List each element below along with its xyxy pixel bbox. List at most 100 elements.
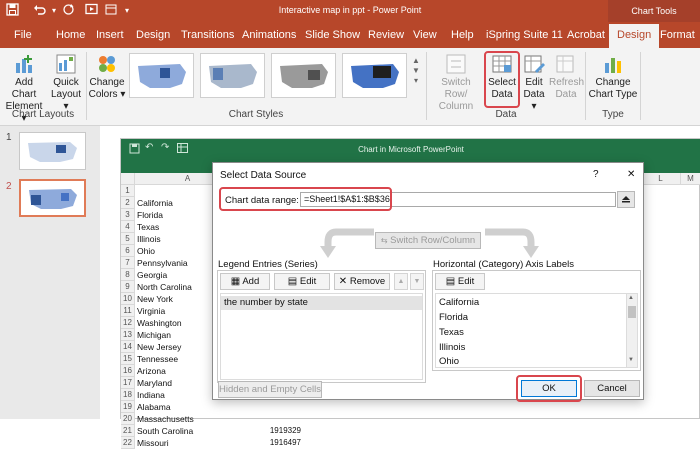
scroll-down-icon[interactable]: ▼ (628, 357, 634, 363)
styles-scroll-buttons[interactable]: ▲ ▼ ▾ (410, 56, 422, 86)
row-header[interactable]: 19 (121, 401, 135, 413)
axis-label-item[interactable]: Florida (439, 312, 468, 323)
tab-ispring-suite[interactable]: iSpring Suite 11 (486, 28, 563, 42)
chart-style-2[interactable] (200, 53, 265, 98)
cell-state[interactable]: Georgia (137, 269, 167, 281)
axis-label-item[interactable]: Illinois (439, 342, 465, 353)
refresh-data-button[interactable]: Refresh Data (549, 53, 584, 101)
cell-state[interactable]: Arizona (137, 365, 166, 377)
change-chart-type-button[interactable]: Change Chart Type (588, 53, 638, 101)
row-header[interactable]: 14 (121, 341, 135, 353)
column-header[interactable]: M (681, 173, 700, 185)
cell-value[interactable] (261, 401, 301, 413)
tab-file[interactable]: File (14, 28, 32, 42)
cell-state[interactable]: New Jersey (137, 341, 181, 353)
cell-state[interactable]: Illinois (137, 233, 161, 245)
collapse-dialog-button[interactable] (617, 191, 635, 208)
cell-state[interactable]: North Carolina (137, 281, 192, 293)
edit-data-button[interactable]: Edit Data ▾ (520, 53, 548, 113)
tab-design[interactable]: Design (136, 28, 170, 42)
cell-state[interactable]: Massachusetts (137, 413, 194, 425)
tab-home[interactable]: Home (56, 28, 85, 42)
chart-style-1[interactable] (129, 53, 194, 98)
slide-thumbnail-1[interactable] (19, 132, 86, 170)
cell-state[interactable]: Tennessee (137, 353, 178, 365)
cell-state[interactable]: Florida (137, 209, 163, 221)
tab-insert[interactable]: Insert (96, 28, 124, 42)
cell-state[interactable]: Maryland (137, 377, 172, 389)
axis-label-item[interactable]: Ohio (439, 356, 459, 367)
cell-value[interactable] (261, 413, 301, 425)
select-all-corner[interactable] (121, 173, 135, 185)
add-series-button[interactable]: ▦ Add (220, 273, 270, 290)
column-header[interactable]: L (641, 173, 681, 185)
close-button[interactable]: ✕ (627, 169, 635, 180)
cell-state[interactable]: Pennsylvania (137, 257, 188, 269)
row-header[interactable]: 9 (121, 281, 135, 293)
tab-slide-show[interactable]: Slide Show (305, 28, 360, 42)
switch-row-column-dialog-button[interactable]: ⇆ Switch Row/Column (375, 232, 481, 249)
row-header[interactable]: 6 (121, 245, 135, 257)
row-header[interactable]: 15 (121, 353, 135, 365)
row-header[interactable]: 12 (121, 317, 135, 329)
row-header[interactable]: 11 (121, 305, 135, 317)
hidden-empty-cells-button[interactable]: Hidden and Empty Cells (218, 381, 322, 398)
row-header[interactable]: 16 (121, 365, 135, 377)
row-header[interactable]: 5 (121, 233, 135, 245)
cell-state[interactable]: California (137, 197, 173, 209)
chart-style-3[interactable] (271, 53, 336, 98)
cell-state[interactable]: Missouri (137, 437, 169, 449)
row-header[interactable]: 8 (121, 269, 135, 281)
row-header[interactable]: 22 (121, 437, 135, 449)
remove-series-button[interactable]: ✕ Remove (334, 273, 390, 290)
axis-label-item[interactable]: California (439, 297, 479, 308)
tab-transitions[interactable]: Transitions (181, 28, 234, 42)
cell-state[interactable]: Ohio (137, 245, 155, 257)
slide-thumbnail-2[interactable] (19, 179, 86, 217)
cell-state[interactable]: New York (137, 293, 173, 305)
edit-series-button[interactable]: ▤ Edit (274, 273, 330, 290)
series-list-item[interactable]: the number by state (221, 296, 422, 310)
tab-format[interactable]: Format (660, 28, 695, 42)
cell-value[interactable]: 1916497 (261, 437, 301, 449)
cell-state[interactable]: Virginia (137, 305, 165, 317)
chart-style-4[interactable] (342, 53, 407, 98)
cell-state[interactable]: Michigan (137, 329, 171, 341)
cancel-button[interactable]: Cancel (584, 380, 640, 397)
row-header[interactable]: 1 (121, 185, 135, 197)
row-header[interactable]: 17 (121, 377, 135, 389)
cell-state[interactable]: Indiana (137, 389, 165, 401)
row-header[interactable]: 21 (121, 425, 135, 437)
scroll-up-icon[interactable]: ▲ (628, 295, 634, 301)
row-header[interactable]: 13 (121, 329, 135, 341)
tab-review[interactable]: Review (368, 28, 404, 42)
tab-acrobat[interactable]: Acrobat (567, 28, 605, 42)
move-up-button[interactable]: ▲ (394, 273, 408, 290)
tab-help[interactable]: Help (451, 28, 474, 42)
cell-state[interactable]: Alabama (137, 401, 171, 413)
row-header[interactable]: 10 (121, 293, 135, 305)
tab-view[interactable]: View (413, 28, 437, 42)
row-header[interactable]: 20 (121, 413, 135, 425)
help-button[interactable]: ? (593, 169, 599, 180)
switch-row-column-button[interactable]: Switch Row/ Column (429, 53, 483, 113)
row-header[interactable]: 18 (121, 389, 135, 401)
cell-value[interactable]: 1919329 (261, 425, 301, 437)
scrollbar-thumb[interactable] (628, 306, 636, 318)
row-header[interactable]: 3 (121, 209, 135, 221)
tab-chart-design[interactable]: Design (609, 24, 660, 48)
cell-state[interactable]: Washington (137, 317, 182, 329)
change-colors-button[interactable]: Change Colors ▾ (88, 53, 126, 101)
row-header[interactable]: 4 (121, 221, 135, 233)
tab-animations[interactable]: Animations (242, 28, 296, 42)
move-down-button[interactable]: ▼ (410, 273, 424, 290)
row-header[interactable]: 7 (121, 257, 135, 269)
series-list: the number by state (220, 293, 423, 380)
row-header[interactable]: 2 (121, 197, 135, 209)
edit-axis-labels-button[interactable]: ▤ Edit (435, 273, 485, 290)
axis-labels-scrollbar[interactable]: ▲ ▼ (626, 294, 637, 367)
axis-label-item[interactable]: Texas (439, 327, 464, 338)
quick-layout-button[interactable]: Quick Layout ▾ (48, 53, 84, 113)
cell-state[interactable]: Texas (137, 221, 159, 233)
cell-state[interactable]: South Carolina (137, 425, 193, 437)
